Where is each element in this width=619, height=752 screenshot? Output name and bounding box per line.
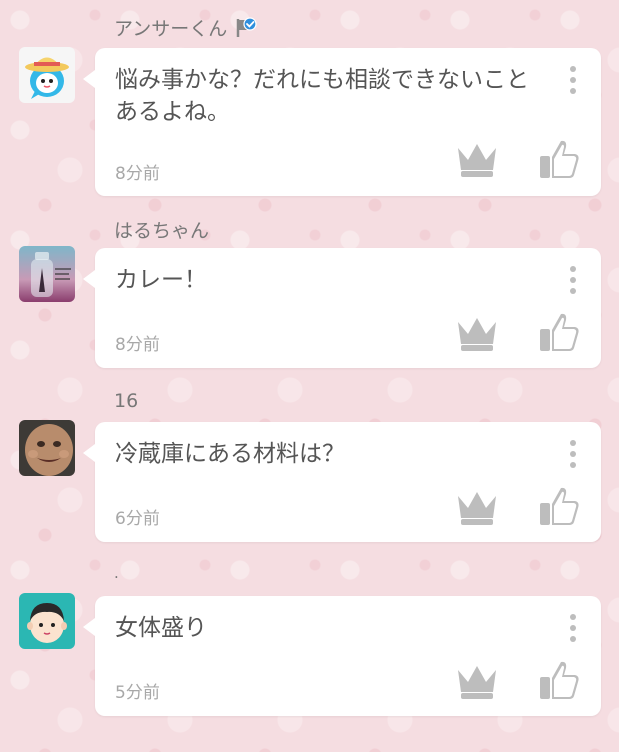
- post-author: 16: [114, 390, 138, 412]
- more-options-icon[interactable]: [561, 264, 585, 296]
- post-time: 8分前: [115, 335, 160, 355]
- post-message: 悩み事かな？だれにも相談できないことあるよね。: [115, 67, 529, 125]
- post-time: 6分前: [115, 509, 160, 529]
- verified-badge-icon: [235, 16, 257, 39]
- answer-card: 女体盛り 5分前: [83, 596, 601, 716]
- answer-card: 悩み事かな？だれにも相談できないことあるよね。 8分前: [83, 48, 601, 196]
- crown-icon[interactable]: [455, 140, 499, 180]
- face-avatar-icon[interactable]: [19, 420, 75, 476]
- post-message: カレー！: [115, 267, 207, 293]
- crown-icon[interactable]: [455, 488, 499, 528]
- post-message: 冷蔵庫にある材料は？: [115, 441, 345, 467]
- author-name: アンサーくん: [114, 18, 228, 40]
- more-options-icon[interactable]: [561, 438, 585, 470]
- bear-hat-avatar-icon[interactable]: [19, 47, 75, 103]
- thumbs-up-icon[interactable]: [537, 310, 581, 354]
- answer-feed: アンサーくん 悩み事かな？だれにも相談できないことあるよね。 8分前 はるちゃん…: [0, 0, 619, 752]
- bottle-avatar-icon[interactable]: [19, 246, 75, 302]
- more-options-icon[interactable]: [561, 612, 585, 644]
- thumbs-up-icon[interactable]: [537, 484, 581, 528]
- answer-card: 冷蔵庫にある材料は？ 6分前: [83, 422, 601, 542]
- post-author: .: [114, 564, 119, 582]
- thumbs-up-icon[interactable]: [537, 658, 581, 702]
- author-name: はるちゃん: [114, 220, 210, 242]
- author-name: 16: [114, 390, 139, 412]
- thumbs-up-icon[interactable]: [537, 137, 581, 181]
- more-options-icon[interactable]: [561, 64, 585, 96]
- post-message: 女体盛り: [115, 615, 207, 641]
- post-time: 5分前: [115, 683, 160, 703]
- answer-card: カレー！ 8分前: [83, 248, 601, 368]
- boy-avatar-icon[interactable]: [19, 593, 75, 649]
- post-time: 8分前: [115, 164, 160, 184]
- crown-icon[interactable]: [455, 314, 499, 354]
- crown-icon[interactable]: [455, 662, 499, 702]
- post-author: アンサーくん: [114, 14, 257, 41]
- author-name: .: [114, 564, 119, 582]
- post-author: はるちゃん: [114, 216, 209, 243]
